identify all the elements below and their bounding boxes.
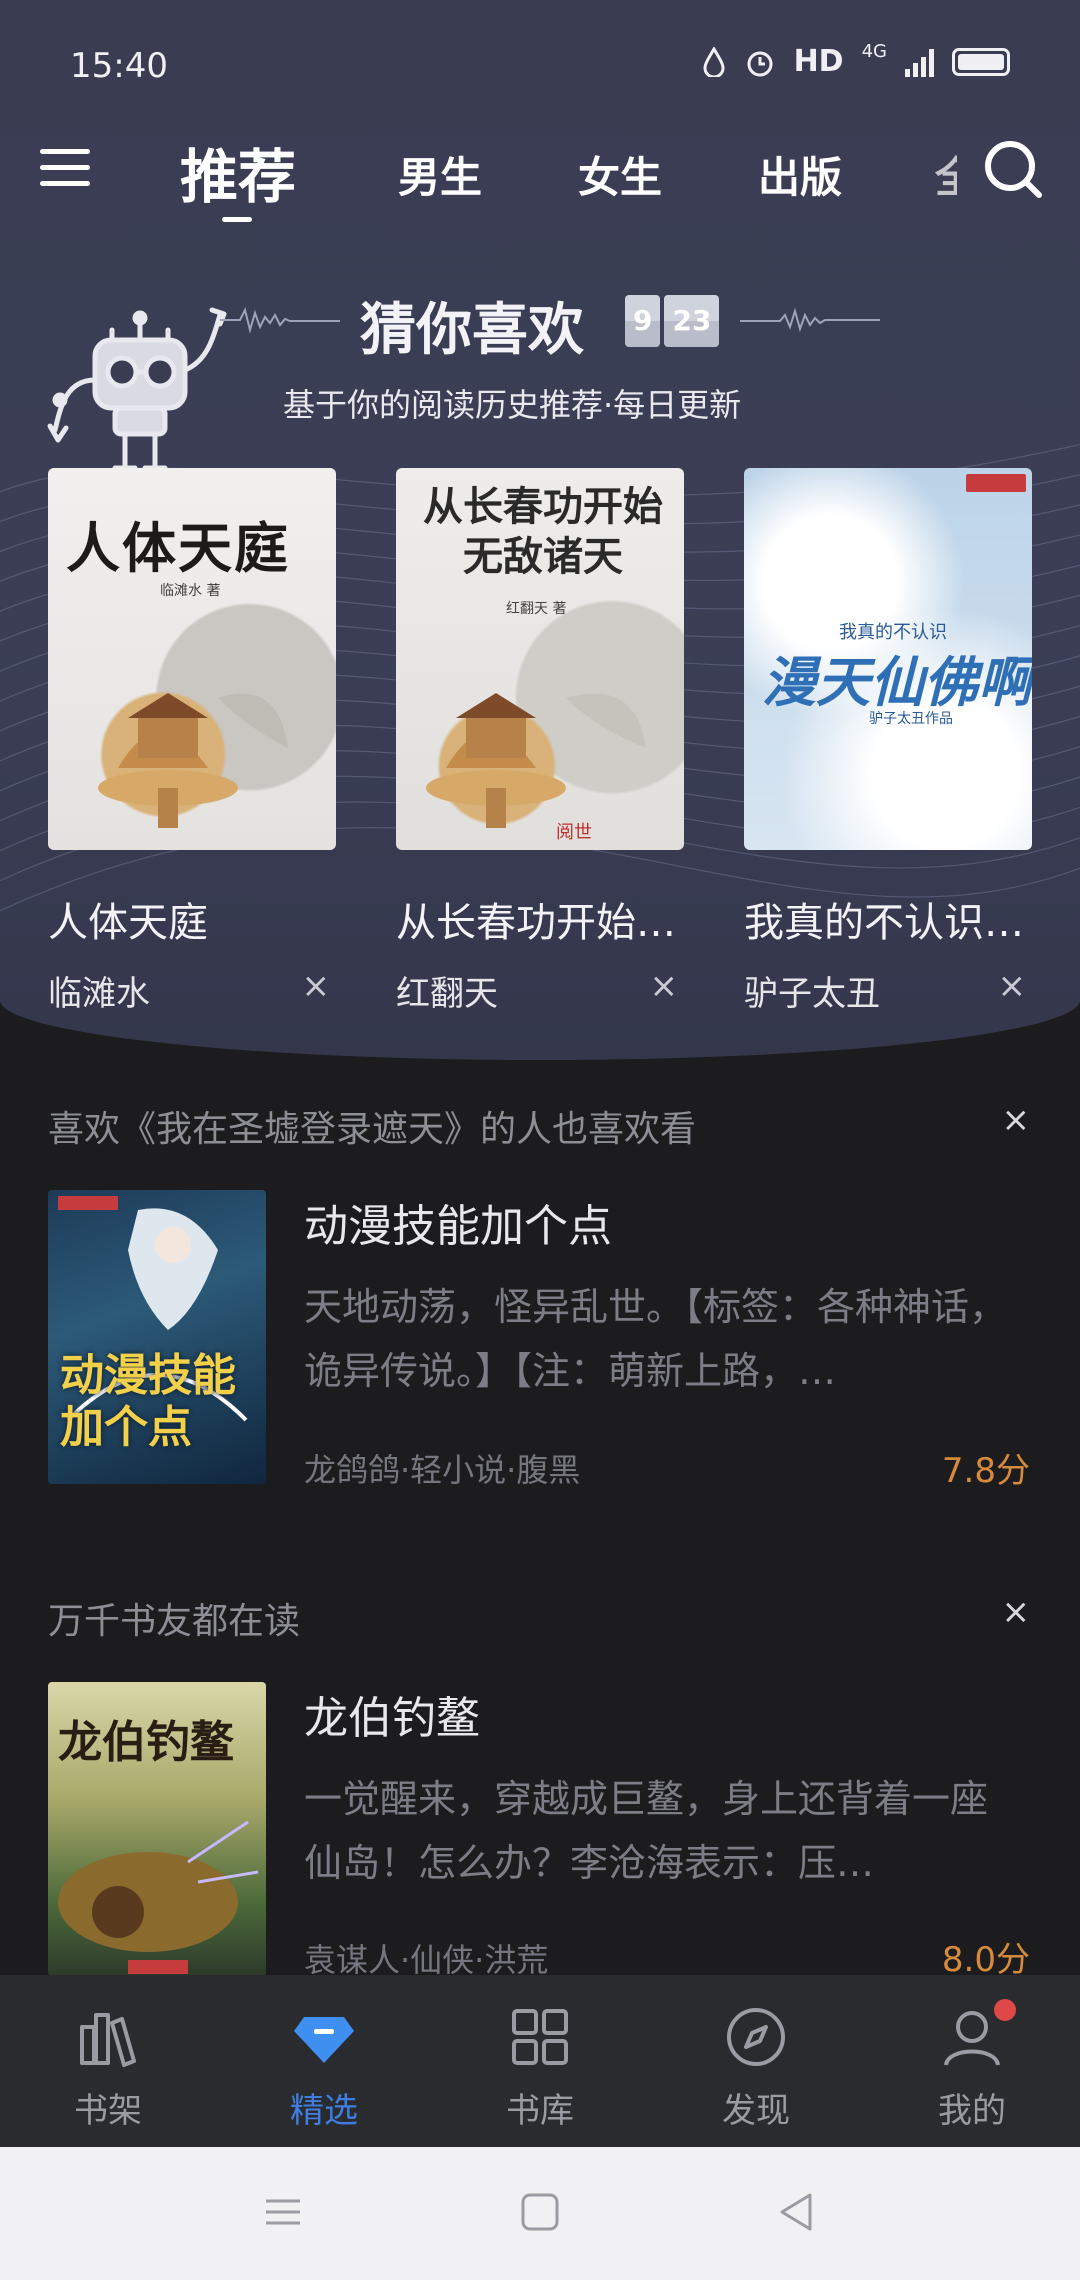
nav-bookshelf[interactable]: 书架 bbox=[0, 1975, 216, 2147]
rec-book-description: 天地动荡，怪异乱世。【标签：各种神话，诡异传说。】【注：萌新上路，… bbox=[304, 1285, 1008, 1393]
compass-icon bbox=[727, 2008, 785, 2066]
soundwave-right-decoration bbox=[740, 307, 880, 333]
date-month: 9 bbox=[625, 295, 661, 347]
recents-icon[interactable] bbox=[258, 2187, 308, 2237]
date-badge: 9 23 bbox=[625, 295, 720, 347]
book-author: 临滩水 bbox=[48, 974, 150, 1014]
book-author: 驴子太丑 bbox=[744, 974, 880, 1014]
book-title[interactable]: 从长春功开始… bbox=[396, 890, 684, 948]
notification-badge bbox=[994, 1999, 1016, 2021]
guess-subtitle: 基于你的阅读历史推荐·每日更新 bbox=[283, 386, 742, 424]
book-cover[interactable]: 我真的不认识 漫天仙佛啊 驴子太丑作品 bbox=[744, 468, 1032, 850]
cover-author: 驴子太丑作品 bbox=[869, 711, 953, 727]
tab-publish[interactable]: 出版 bbox=[758, 144, 842, 205]
tab-underline bbox=[222, 217, 252, 222]
battery-icon bbox=[952, 47, 1010, 76]
book-cover[interactable]: 人体天庭 临滩水 著 bbox=[48, 468, 336, 850]
dismiss-icon[interactable]: × bbox=[302, 966, 331, 1006]
diamond-icon bbox=[294, 2017, 354, 2063]
cover-title: 人体天庭 bbox=[66, 516, 290, 580]
rec-book-title[interactable]: 动漫技能加个点 bbox=[304, 1190, 612, 1254]
rec-header: 喜欢《我在圣墟登录遮天》的人也喜欢看 bbox=[48, 1109, 697, 1150]
dismiss-icon[interactable]: × bbox=[1002, 1100, 1031, 1140]
bottom-navigation: 书架 精选 书库 发现 我的 bbox=[0, 1975, 1080, 2147]
cover-title: 动漫技能加个点 bbox=[60, 1350, 236, 1453]
book-card[interactable]: 我真的不认识 漫天仙佛啊 驴子太丑作品 我真的不认识… 驴子太丑 × bbox=[744, 468, 1032, 1015]
book-cover[interactable]: 龙伯钓鳌 bbox=[48, 1682, 266, 1976]
status-bar: 15:40 HD 4G bbox=[0, 0, 1080, 130]
nav-label: 我的 bbox=[938, 2091, 1006, 2131]
alarm-icon bbox=[747, 51, 773, 76]
book-cover[interactable]: 从长春功开始无敌诸天 红翻天 著 阅世 bbox=[396, 468, 684, 850]
book-card[interactable]: 从长春功开始无敌诸天 红翻天 著 阅世 从长春功开始… 红翻天 × bbox=[396, 468, 684, 1015]
tab-label: 推荐 bbox=[180, 143, 297, 211]
cover-author: 红翻天 著 bbox=[506, 601, 567, 617]
soundwave-left-decoration bbox=[220, 307, 340, 334]
book-card[interactable]: 人体天庭 临滩水 著 人体天庭 临滩水 × bbox=[48, 468, 336, 1015]
rec-header: 万千书友都在读 bbox=[48, 1601, 301, 1642]
nav-label: 书架 bbox=[74, 2091, 142, 2131]
cover-illustration bbox=[98, 693, 288, 828]
rec-book-score: 7.8分 bbox=[941, 1451, 1030, 1491]
bookshelf-icon bbox=[80, 2013, 136, 2067]
rec-book-score: 8.0分 bbox=[941, 1940, 1030, 1980]
guess-title: 猜你喜欢 bbox=[360, 298, 584, 363]
system-navigation-bar bbox=[0, 2147, 1080, 2280]
menu-icon[interactable] bbox=[40, 142, 90, 192]
nav-featured[interactable]: 精选 bbox=[216, 1975, 432, 2147]
signal-icon bbox=[905, 47, 934, 77]
cover-illustration bbox=[58, 1820, 259, 1974]
book-title[interactable]: 我真的不认识… bbox=[744, 890, 1032, 948]
svg-text:阅世: 阅世 bbox=[556, 822, 592, 842]
nav-mine[interactable]: 我的 bbox=[864, 1975, 1080, 2147]
book-author: 红翻天 bbox=[396, 974, 498, 1014]
robot-mascot-icon bbox=[47, 307, 227, 471]
date-day: 23 bbox=[664, 295, 720, 347]
drop-icon bbox=[703, 46, 725, 77]
search-icon[interactable] bbox=[982, 138, 1044, 200]
home-icon[interactable] bbox=[515, 2187, 565, 2237]
rec-book-meta: 龙鸽鸽·轻小说·腹黑 bbox=[304, 1451, 581, 1489]
dismiss-icon[interactable]: × bbox=[998, 966, 1027, 1006]
nav-library[interactable]: 书库 bbox=[432, 1975, 648, 2147]
top-navigation: 推荐 男生 女生 出版 全 bbox=[0, 130, 1080, 250]
rec-book-description: 一觉醒来，穿越成巨鳌，身上还背着一座仙岛！怎么办？李沧海表示：压… bbox=[304, 1777, 989, 1885]
nav-discover[interactable]: 发现 bbox=[648, 1975, 864, 2147]
tab-recommend[interactable]: 推荐 bbox=[180, 130, 297, 222]
nav-label: 精选 bbox=[290, 2091, 358, 2131]
hd-indicator: HD bbox=[793, 44, 844, 79]
book-cover[interactable]: 动漫技能加个点 bbox=[48, 1190, 266, 1484]
grid-icon bbox=[512, 2009, 568, 2065]
status-icons: HD 4G bbox=[702, 41, 1010, 79]
tab-female[interactable]: 女生 bbox=[578, 144, 662, 205]
status-time: 15:40 bbox=[70, 46, 168, 86]
network-indicator: 4G bbox=[861, 41, 887, 62]
back-icon[interactable] bbox=[772, 2187, 822, 2237]
rec-book-title[interactable]: 龙伯钓鳌 bbox=[304, 1682, 480, 1746]
dismiss-icon[interactable]: × bbox=[650, 966, 679, 1006]
book-title[interactable]: 人体天庭 bbox=[48, 890, 336, 948]
nav-label: 书库 bbox=[506, 2091, 574, 2131]
tab-more[interactable]: 全 bbox=[935, 144, 957, 205]
cover-illustration: 阅世 bbox=[426, 693, 646, 842]
dismiss-icon[interactable]: × bbox=[1002, 1592, 1031, 1632]
cover-title: 从长春功开始无敌诸天 bbox=[423, 483, 663, 580]
cover-title: 漫天仙佛啊 bbox=[762, 650, 1032, 714]
cover-badge bbox=[966, 474, 1026, 492]
cover-title: 龙伯钓鳌 bbox=[58, 1717, 234, 1768]
nav-label: 发现 bbox=[722, 2091, 790, 2131]
cover-author: 临滩水 著 bbox=[160, 583, 221, 599]
tab-male[interactable]: 男生 bbox=[398, 144, 482, 205]
